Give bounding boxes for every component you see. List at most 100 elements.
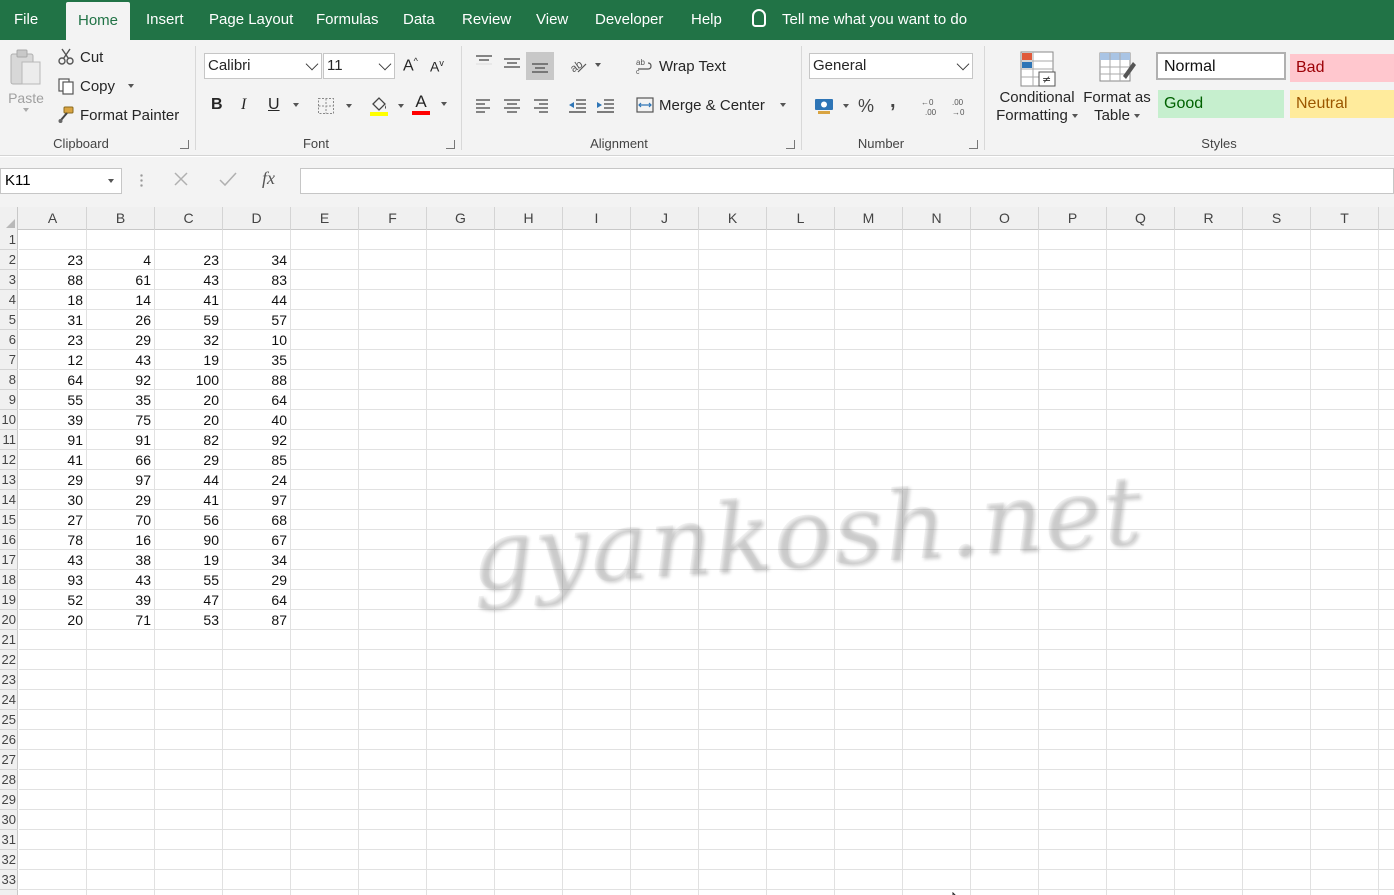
cell-d15[interactable]: 68	[223, 510, 290, 530]
cell-b13[interactable]: 97	[87, 470, 154, 490]
row-header-10[interactable]: 10	[0, 410, 18, 430]
decrease-font-size-button[interactable]: Av	[430, 58, 444, 75]
column-header-d[interactable]: D	[223, 207, 291, 230]
row-header-20[interactable]: 20	[0, 610, 18, 630]
cell-b18[interactable]: 43	[87, 570, 154, 590]
cell-b17[interactable]: 38	[87, 550, 154, 570]
merge-center-dropdown-icon[interactable]	[779, 103, 786, 107]
align-left-button[interactable]	[474, 96, 494, 114]
cell-c14[interactable]: 41	[155, 490, 222, 510]
italic-button[interactable]: I	[241, 96, 246, 114]
cell-b16[interactable]: 16	[87, 530, 154, 550]
number-format-select[interactable]: General	[809, 53, 973, 79]
font-color-button[interactable]: A	[412, 93, 447, 115]
cell-c20[interactable]: 53	[155, 610, 222, 630]
comma-style-button[interactable]: ,	[890, 90, 896, 113]
tab-review[interactable]: Review	[450, 0, 523, 40]
row-header-30[interactable]: 30	[0, 810, 18, 830]
cell-d7[interactable]: 35	[223, 350, 290, 370]
underline-button[interactable]: U	[268, 96, 299, 114]
row-header-13[interactable]: 13	[0, 470, 18, 490]
cell-a8[interactable]: 64	[19, 370, 86, 390]
cell-b11[interactable]: 91	[87, 430, 154, 450]
font-color-dropdown-icon[interactable]	[441, 102, 447, 106]
align-right-button[interactable]	[530, 96, 550, 114]
cell-b7[interactable]: 43	[87, 350, 154, 370]
style-normal[interactable]: Normal	[1156, 52, 1286, 80]
cell-d11[interactable]: 92	[223, 430, 290, 450]
row-header-8[interactable]: 8	[0, 370, 18, 390]
cell-d14[interactable]: 97	[223, 490, 290, 510]
cell-c17[interactable]: 19	[155, 550, 222, 570]
format-as-table-button[interactable]: Format as Table	[1082, 50, 1152, 124]
cell-b12[interactable]: 66	[87, 450, 154, 470]
cell-a2[interactable]: 23	[19, 250, 86, 270]
row-header-33[interactable]: 33	[0, 870, 18, 890]
cell-b14[interactable]: 29	[87, 490, 154, 510]
cancel-entry-button[interactable]	[172, 170, 190, 193]
tab-help[interactable]: Help	[679, 0, 734, 40]
column-header-h[interactable]: H	[495, 207, 563, 230]
cell-a11[interactable]: 91	[19, 430, 86, 450]
copy-dropdown-icon[interactable]	[128, 84, 135, 88]
cell-d18[interactable]: 29	[223, 570, 290, 590]
decrease-decimal-button[interactable]: .00 →0	[950, 97, 972, 117]
cell-a13[interactable]: 29	[19, 470, 86, 490]
column-header-c[interactable]: C	[155, 207, 223, 230]
cell-b20[interactable]: 71	[87, 610, 154, 630]
row-header-22[interactable]: 22	[0, 650, 18, 670]
row-header-28[interactable]: 28	[0, 770, 18, 790]
tab-view[interactable]: View	[524, 0, 580, 40]
column-header-p[interactable]: P	[1039, 207, 1107, 230]
cell-b9[interactable]: 35	[87, 390, 154, 410]
row-header-31[interactable]: 31	[0, 830, 18, 850]
column-header-e[interactable]: E	[291, 207, 359, 230]
cell-d13[interactable]: 24	[223, 470, 290, 490]
column-header-m[interactable]: M	[835, 207, 903, 230]
decrease-indent-button[interactable]	[567, 96, 587, 114]
row-header-2[interactable]: 2	[0, 250, 18, 270]
cell-a15[interactable]: 27	[19, 510, 86, 530]
column-header-l[interactable]: L	[767, 207, 835, 230]
fill-color-dropdown-icon[interactable]	[398, 104, 404, 108]
align-top-button[interactable]	[474, 53, 494, 71]
cell-b5[interactable]: 26	[87, 310, 154, 330]
cut-button[interactable]: Cut	[57, 48, 103, 66]
underline-dropdown-icon[interactable]	[292, 103, 299, 107]
row-header-27[interactable]: 27	[0, 750, 18, 770]
row-header-29[interactable]: 29	[0, 790, 18, 810]
row-header-1[interactable]: 1	[0, 230, 18, 250]
alignment-launcher-icon[interactable]	[786, 140, 795, 149]
row-header-24[interactable]: 24	[0, 690, 18, 710]
formula-input[interactable]	[300, 168, 1394, 194]
tab-file[interactable]: File	[2, 0, 50, 40]
select-all-button[interactable]	[0, 207, 18, 230]
accounting-format-button[interactable]	[814, 96, 849, 116]
cell-a5[interactable]: 31	[19, 310, 86, 330]
align-bottom-button[interactable]	[526, 52, 554, 80]
confirm-entry-button[interactable]	[218, 170, 238, 193]
cell-c7[interactable]: 19	[155, 350, 222, 370]
paste-button[interactable]: Paste	[6, 48, 46, 112]
insert-function-button[interactable]: fx	[262, 168, 275, 189]
cell-d17[interactable]: 34	[223, 550, 290, 570]
column-header-b[interactable]: B	[87, 207, 155, 230]
row-header-6[interactable]: 6	[0, 330, 18, 350]
cell-a18[interactable]: 93	[19, 570, 86, 590]
cell-b2[interactable]: 4	[87, 250, 154, 270]
column-header-q[interactable]: Q	[1107, 207, 1175, 230]
cell-a14[interactable]: 30	[19, 490, 86, 510]
row-header-19[interactable]: 19	[0, 590, 18, 610]
row-header-4[interactable]: 4	[0, 290, 18, 310]
conditional-formatting-button[interactable]: ≠ Conditional Formatting	[994, 50, 1080, 124]
row-header-26[interactable]: 26	[0, 730, 18, 750]
column-header-f[interactable]: F	[359, 207, 427, 230]
cell-b10[interactable]: 75	[87, 410, 154, 430]
name-box[interactable]: K11	[0, 168, 122, 194]
row-header-23[interactable]: 23	[0, 670, 18, 690]
row-header-21[interactable]: 21	[0, 630, 18, 650]
cell-d4[interactable]: 44	[223, 290, 290, 310]
cell-d6[interactable]: 10	[223, 330, 290, 350]
cell-c12[interactable]: 29	[155, 450, 222, 470]
font-size-select[interactable]: 11	[323, 53, 395, 79]
